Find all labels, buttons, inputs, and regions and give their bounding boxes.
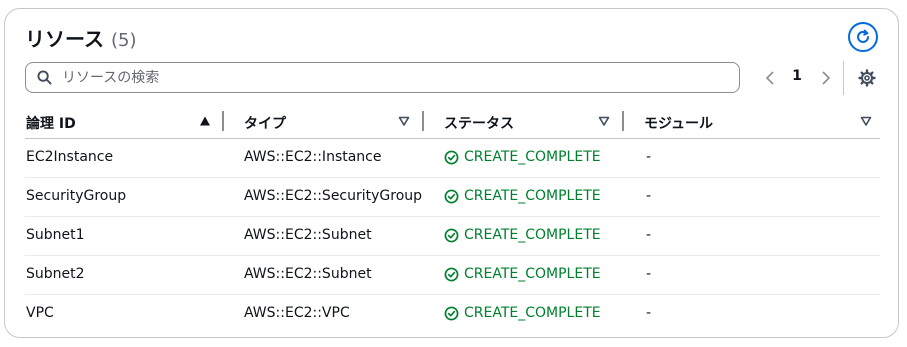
table-row: Subnet1 AWS::EC2::Subnet CREATE_COMPLETE…	[25, 217, 880, 256]
cell-status: CREATE_COMPLETE	[444, 227, 601, 243]
cell-type: AWS::EC2::Subnet	[244, 266, 372, 282]
status-text: CREATE_COMPLETE	[464, 266, 601, 282]
table-row: Subnet2 AWS::EC2::Subnet CREATE_COMPLETE…	[25, 256, 880, 295]
panel-title-text: リソース	[25, 27, 104, 51]
panel-title: リソース (5)	[25, 23, 136, 52]
sort-ascending-icon[interactable]	[199, 115, 211, 127]
cell-type: AWS::EC2::Instance	[244, 149, 382, 165]
status-text: CREATE_COMPLETE	[464, 149, 601, 165]
chevron-left-icon	[765, 71, 774, 85]
cell-module: -	[646, 149, 652, 165]
check-circle-icon	[444, 189, 459, 203]
cell-type: AWS::EC2::Subnet	[244, 227, 372, 243]
status-text: CREATE_COMPLETE	[464, 188, 601, 204]
status-text: CREATE_COMPLETE	[464, 227, 601, 243]
status-text: CREATE_COMPLETE	[464, 305, 601, 321]
column-header-module[interactable]: モジュール	[644, 113, 713, 133]
column-header-logical-id[interactable]: 論理 ID	[26, 113, 76, 133]
sort-descending-outline-icon[interactable]	[398, 115, 410, 127]
check-circle-icon	[444, 267, 459, 281]
cell-status: CREATE_COMPLETE	[444, 188, 601, 204]
resources-panel: リソース (5) 1	[4, 8, 899, 338]
cell-module: -	[646, 266, 652, 282]
cell-logical-id: EC2Instance	[26, 149, 114, 165]
sort-descending-outline-icon[interactable]	[598, 115, 610, 127]
sort-descending-outline-icon[interactable]	[860, 115, 872, 127]
cell-logical-id: Subnet1	[26, 227, 85, 243]
table-row: VPC AWS::EC2::VPC CREATE_COMPLETE -	[25, 295, 880, 334]
column-header-status[interactable]: ステータス	[444, 113, 514, 133]
table-header: 論理 ID タイプ ステータス モジュール	[5, 104, 900, 139]
column-resizer[interactable]	[422, 111, 424, 131]
refresh-icon	[857, 29, 869, 43]
cell-status: CREATE_COMPLETE	[444, 305, 601, 321]
search-icon	[37, 70, 52, 85]
column-resizer[interactable]	[222, 111, 224, 131]
cell-module: -	[646, 305, 652, 321]
table-row: EC2Instance AWS::EC2::Instance CREATE_CO…	[25, 139, 880, 178]
previous-page-button[interactable]	[760, 67, 780, 89]
resource-count: (5)	[110, 30, 137, 51]
cell-logical-id: SecurityGroup	[26, 188, 127, 204]
cell-type: AWS::EC2::SecurityGroup	[244, 188, 423, 204]
check-circle-icon	[444, 306, 459, 320]
check-circle-icon	[444, 150, 459, 164]
column-resizer[interactable]	[622, 111, 624, 131]
chevron-right-icon	[822, 71, 831, 85]
cell-status: CREATE_COMPLETE	[444, 266, 601, 282]
search-box[interactable]	[25, 62, 740, 93]
search-input[interactable]	[60, 68, 704, 87]
current-page-number[interactable]: 1	[788, 68, 806, 84]
cell-logical-id: VPC	[26, 305, 54, 321]
cell-module: -	[646, 227, 652, 243]
cell-logical-id: Subnet2	[26, 266, 85, 282]
gear-icon	[858, 69, 876, 87]
cell-type: AWS::EC2::VPC	[244, 305, 350, 321]
cell-module: -	[646, 188, 652, 204]
column-header-type[interactable]: タイプ	[244, 113, 286, 133]
table-row: SecurityGroup AWS::EC2::SecurityGroup CR…	[25, 178, 880, 217]
cell-status: CREATE_COMPLETE	[444, 149, 601, 165]
refresh-button[interactable]	[848, 22, 878, 52]
table-settings-button[interactable]	[856, 67, 878, 89]
check-circle-icon	[444, 228, 459, 242]
pager-divider	[843, 61, 844, 95]
next-page-button[interactable]	[816, 67, 836, 89]
